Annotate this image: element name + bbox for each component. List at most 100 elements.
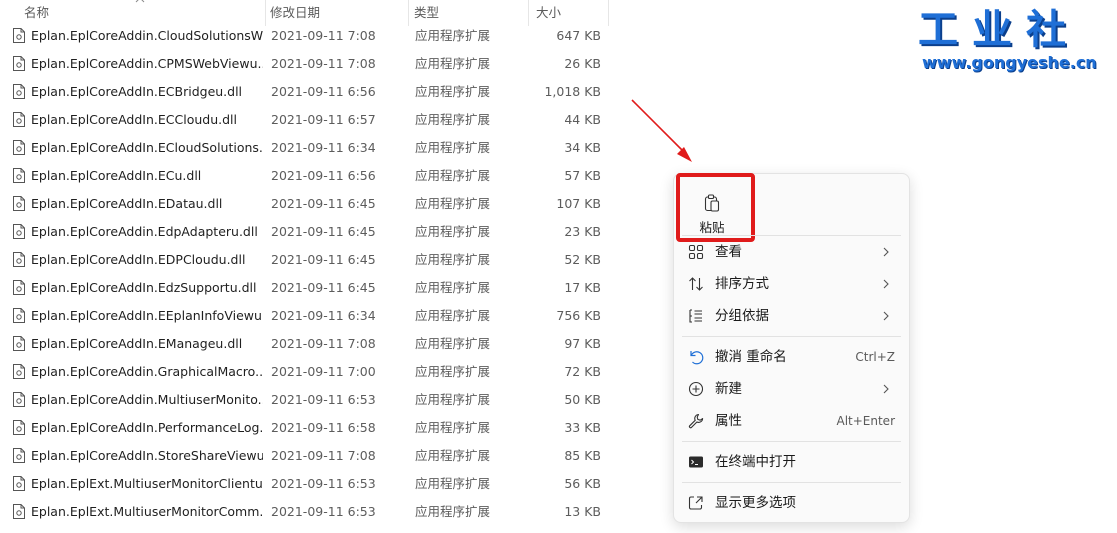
file-row[interactable]: Eplan.EplCoreAddin.CPMSWebViewu... 2021-0… (0, 50, 610, 78)
file-row[interactable]: Eplan.EplCoreAddin.GraphicalMacro... 2021… (0, 358, 610, 386)
file-size: 1,018 KB (544, 84, 601, 99)
file-row[interactable]: Eplan.EplCoreAddIn.StoreShareViewu... 202… (0, 442, 610, 470)
menu-divider (682, 482, 901, 483)
file-type: 应用程序扩展 (415, 252, 491, 267)
context-menu: 粘贴 查看 排序方式 分组依据 撤消 重命名 Ctrl+Z 新建 属性 Alt+… (673, 173, 910, 523)
menu-item-label: 在终端中打开 (715, 454, 796, 470)
paste-button[interactable]: 粘贴 (676, 173, 755, 242)
dll-file-icon (13, 420, 25, 435)
dll-file-icon (13, 476, 25, 491)
dll-file-icon (13, 448, 25, 463)
grid-view-icon (688, 244, 704, 260)
group-list-icon (689, 309, 702, 323)
chevron-right-icon (883, 311, 889, 321)
file-date: 2021-09-11 6:45 (271, 224, 376, 239)
menu-divider (682, 336, 901, 337)
file-row[interactable]: Eplan.EplCoreAddIn.ECu.dll 2021-09-11 6:5… (0, 162, 610, 190)
dll-file-icon (13, 168, 25, 183)
dll-file-icon (13, 308, 25, 323)
file-name: Eplan.EplCoreAddIn.ECCloudu.dll (31, 112, 237, 127)
file-date: 2021-09-11 6:56 (271, 84, 376, 99)
file-row[interactable]: Eplan.EplCoreAddin.CloudSolutionsW... 202… (0, 22, 610, 50)
chevron-right-icon (883, 279, 889, 289)
file-type: 应用程序扩展 (415, 196, 491, 211)
menu-divider (682, 235, 901, 236)
undo-shortcut: Ctrl+Z (855, 350, 895, 364)
menu-item-label: 查看 (715, 244, 742, 260)
file-size: 50 KB (564, 392, 601, 407)
file-list: Eplan.EplCoreAddin.CloudSolutionsW... 202… (0, 22, 610, 526)
file-name: Eplan.EplCoreAddIn.EDatau.dll (31, 196, 223, 211)
dll-file-icon (13, 112, 25, 127)
file-date: 2021-09-11 6:53 (271, 392, 376, 407)
file-size: 56 KB (564, 476, 601, 491)
menu-item-terminal[interactable]: 在终端中打开 (680, 447, 903, 477)
menu-item-label: 属性 (715, 413, 742, 429)
menu-item-label: 排序方式 (715, 276, 769, 292)
terminal-icon (689, 456, 703, 468)
more-options-icon (688, 496, 703, 510)
file-row[interactable]: Eplan.EplExt.MultiuserMonitorComm... 2021… (0, 498, 610, 526)
file-name: Eplan.EplCoreAddIn.ECloudSolutions... (31, 140, 263, 155)
file-row[interactable]: Eplan.EplCoreAddIn.EEplanInfoViewu... 202… (0, 302, 610, 330)
file-date: 2021-09-11 7:08 (271, 28, 376, 43)
file-date: 2021-09-11 6:45 (271, 280, 376, 295)
file-name: Eplan.EplCoreAddIn.EManageu.dll (31, 336, 243, 351)
file-row[interactable]: Eplan.EplCoreAddIn.EDatau.dll 2021-09-11 … (0, 190, 610, 218)
file-row[interactable]: Eplan.EplCoreAddIn.EdzSupportu.dll 2021-0… (0, 274, 610, 302)
file-type: 应用程序扩展 (415, 364, 491, 379)
menu-item-group[interactable]: 分组依据 (680, 301, 903, 331)
file-row[interactable]: Eplan.EplCoreAddIn.PerformanceLog... 2021… (0, 414, 610, 442)
file-name: Eplan.EplCoreAddin.MultiuserMonito... (31, 392, 263, 407)
file-size: 72 KB (564, 364, 601, 379)
file-name: Eplan.EplExt.MultiuserMonitorComm... (31, 504, 263, 519)
file-row[interactable]: Eplan.EplCoreAddIn.ECCloudu.dll 2021-09-1… (0, 106, 610, 134)
file-row[interactable]: Eplan.EplCoreAddin.MultiuserMonito... 202… (0, 386, 610, 414)
file-type: 应用程序扩展 (415, 504, 491, 519)
file-name: Eplan.EplCoreAddIn.EdzSupportu.dll (31, 280, 257, 295)
dll-file-icon (13, 84, 25, 99)
file-type: 应用程序扩展 (415, 28, 491, 43)
menu-item-view[interactable]: 查看 (680, 237, 903, 267)
file-size: 23 KB (564, 224, 601, 239)
menu-item-sort[interactable]: 排序方式 (680, 269, 903, 299)
menu-item-label: 新建 (715, 381, 742, 397)
file-date: 2021-09-11 6:34 (271, 308, 376, 323)
file-date: 2021-09-11 6:56 (271, 168, 376, 183)
dll-file-icon (13, 280, 25, 295)
file-size: 34 KB (564, 140, 601, 155)
file-name: Eplan.EplCoreAddIn.ECu.dll (31, 168, 202, 183)
file-date: 2021-09-11 6:58 (271, 420, 376, 435)
file-row[interactable]: Eplan.EplCoreAddIn.EManageu.dll 2021-09-1… (0, 330, 610, 358)
chevron-right-icon (883, 384, 889, 394)
file-type: 应用程序扩展 (415, 224, 491, 239)
file-row[interactable]: Eplan.EplCoreAddIn.EDPCloudu.dll 2021-09-… (0, 246, 610, 274)
file-date: 2021-09-11 6:53 (271, 476, 376, 491)
menu-item-undo[interactable]: 撤消 重命名 Ctrl+Z (680, 342, 903, 372)
menu-item-properties[interactable]: 属性 Alt+Enter (680, 406, 903, 436)
sort-icon (689, 277, 703, 291)
properties-shortcut: Alt+Enter (836, 414, 895, 428)
file-row[interactable]: Eplan.EplExt.MultiuserMonitorClientu... 2… (0, 470, 610, 498)
file-date: 2021-09-11 6:34 (271, 140, 376, 155)
undo-icon (690, 351, 704, 365)
file-type: 应用程序扩展 (415, 476, 491, 491)
file-date: 2021-09-11 6:45 (271, 252, 376, 267)
file-name: Eplan.EplCoreAddIn.ECBridgeu.dll (31, 84, 243, 99)
dll-file-icon (13, 56, 25, 71)
dll-file-icon (13, 196, 25, 211)
file-size: 647 KB (556, 28, 601, 43)
file-date: 2021-09-11 7:08 (271, 448, 376, 463)
file-row[interactable]: Eplan.EplCoreAddIn.ECBridgeu.dll 2021-09-… (0, 78, 610, 106)
file-type: 应用程序扩展 (415, 336, 491, 351)
file-row[interactable]: Eplan.EplCoreAddin.EdpAdapteru.dll 2021-0… (0, 218, 610, 246)
menu-item-more-options[interactable]: 显示更多选项 (680, 488, 903, 518)
file-size: 33 KB (564, 420, 601, 435)
file-type: 应用程序扩展 (415, 420, 491, 435)
file-type: 应用程序扩展 (415, 112, 491, 127)
file-row[interactable]: Eplan.EplCoreAddIn.ECloudSolutions... 202… (0, 134, 610, 162)
file-size: 756 KB (556, 308, 601, 323)
red-pointer-arrow (631, 99, 692, 162)
file-name: Eplan.EplExt.MultiuserMonitorClientu... (31, 476, 263, 491)
menu-item-new[interactable]: 新建 (680, 374, 903, 404)
